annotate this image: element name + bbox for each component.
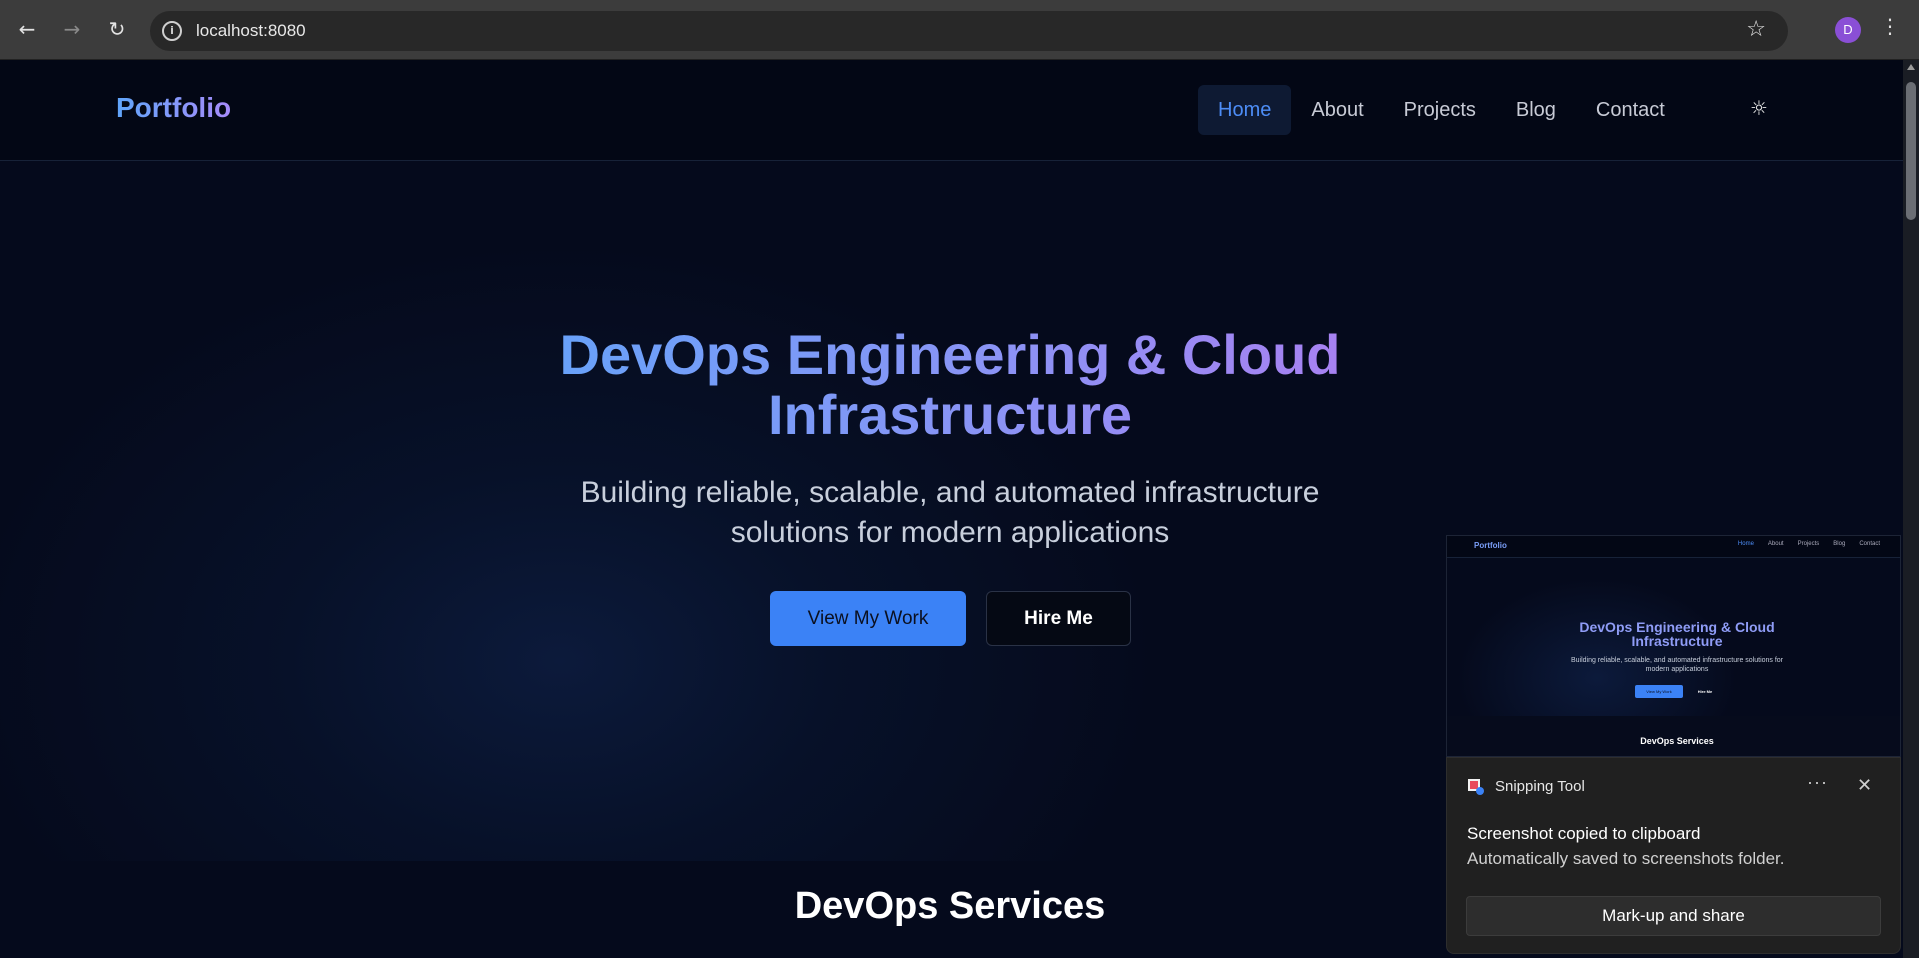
nav-blog[interactable]: Blog — [1496, 85, 1576, 135]
toast-message: Screenshot copied to clipboard — [1467, 824, 1701, 843]
toast-detail: Automatically saved to screenshots folde… — [1467, 849, 1785, 868]
site-info-icon[interactable]: i — [162, 21, 182, 41]
forward-button[interactable]: → — [57, 14, 87, 44]
close-icon[interactable]: ✕ — [1857, 775, 1872, 796]
preview-subtitle: Building reliable, scalable, and automat… — [1570, 657, 1784, 673]
hire-me-button[interactable]: Hire Me — [986, 591, 1131, 646]
preview-nav-item: Contact — [1859, 541, 1880, 547]
profile-avatar[interactable]: D — [1835, 17, 1861, 43]
nav-projects[interactable]: Projects — [1384, 85, 1496, 135]
back-button[interactable]: ← — [12, 14, 42, 44]
preview-header: Portfolio Home About Projects Blog Conta… — [1447, 536, 1900, 558]
hero-title-line2: Infrastructure — [767, 383, 1133, 446]
preview-primary-button: View My Work — [1635, 685, 1683, 698]
preview-nav-item: Home — [1737, 541, 1754, 547]
site-nav: Home About Projects Blog Contact — [1198, 85, 1685, 135]
preview-hero: DevOps Engineering & Cloud Infrastructur… — [1447, 558, 1900, 716]
site-brand[interactable]: Portfolio — [116, 92, 231, 124]
services-heading: DevOps Services — [794, 885, 1106, 927]
url-text[interactable]: localhost:8080 — [196, 21, 306, 41]
snipping-tool-notification[interactable]: Snipping Tool ··· ✕ Screenshot copied to… — [1446, 757, 1901, 954]
preview-nav-item: Projects — [1797, 541, 1820, 547]
snipping-tool-icon — [1468, 779, 1484, 795]
hero-title-line1: DevOps Engineering & Cloud — [559, 323, 1341, 386]
scrollbar-thumb[interactable] — [1906, 82, 1916, 220]
bookmark-star-icon[interactable]: ☆ — [1746, 17, 1766, 42]
nav-contact[interactable]: Contact — [1576, 85, 1685, 135]
preview-nav: Home About Projects Blog Contact — [1738, 541, 1880, 547]
preview-services-title: DevOps Services — [1640, 736, 1714, 746]
preview-brand: Portfolio — [1474, 541, 1507, 550]
hero-title: DevOps Engineering & Cloud Infrastructur… — [450, 325, 1450, 445]
view-my-work-button[interactable]: View My Work — [770, 591, 966, 646]
address-bar[interactable]: i localhost:8080 ☆ — [150, 11, 1788, 51]
preview-secondary-button: Hire Me — [1697, 689, 1713, 694]
preview-title: DevOps Engineering & Cloud Infrastructur… — [1579, 619, 1775, 649]
more-options-icon[interactable]: ··· — [1807, 772, 1828, 793]
theme-toggle-sun-icon[interactable]: ☼ — [1750, 96, 1768, 120]
browser-toolbar: ← → ↻ i localhost:8080 ☆ D ⋮ — [0, 0, 1919, 60]
hero-subtitle-line2: solutions for modern applications — [730, 516, 1170, 549]
preview-nav-item: Blog — [1833, 541, 1846, 547]
scroll-up-arrow-icon[interactable] — [1907, 64, 1915, 70]
hero-subtitle-line1: Building reliable, scalable, and automat… — [580, 476, 1320, 509]
preview-nav-item: About — [1767, 541, 1784, 547]
toast-app-name: Snipping Tool — [1495, 778, 1585, 795]
site-header: Portfolio Home About Projects Blog Conta… — [0, 60, 1903, 161]
screenshot-preview[interactable]: Portfolio Home About Projects Blog Conta… — [1446, 535, 1901, 757]
reload-button[interactable]: ↻ — [102, 14, 132, 44]
nav-home[interactable]: Home — [1198, 85, 1292, 135]
hero-subtitle: Building reliable, scalable, and automat… — [550, 473, 1350, 553]
nav-about[interactable]: About — [1291, 85, 1383, 135]
page-scrollbar[interactable] — [1903, 60, 1919, 958]
browser-menu-icon[interactable]: ⋮ — [1880, 14, 1900, 38]
markup-and-share-button[interactable]: Mark-up and share — [1466, 896, 1881, 936]
